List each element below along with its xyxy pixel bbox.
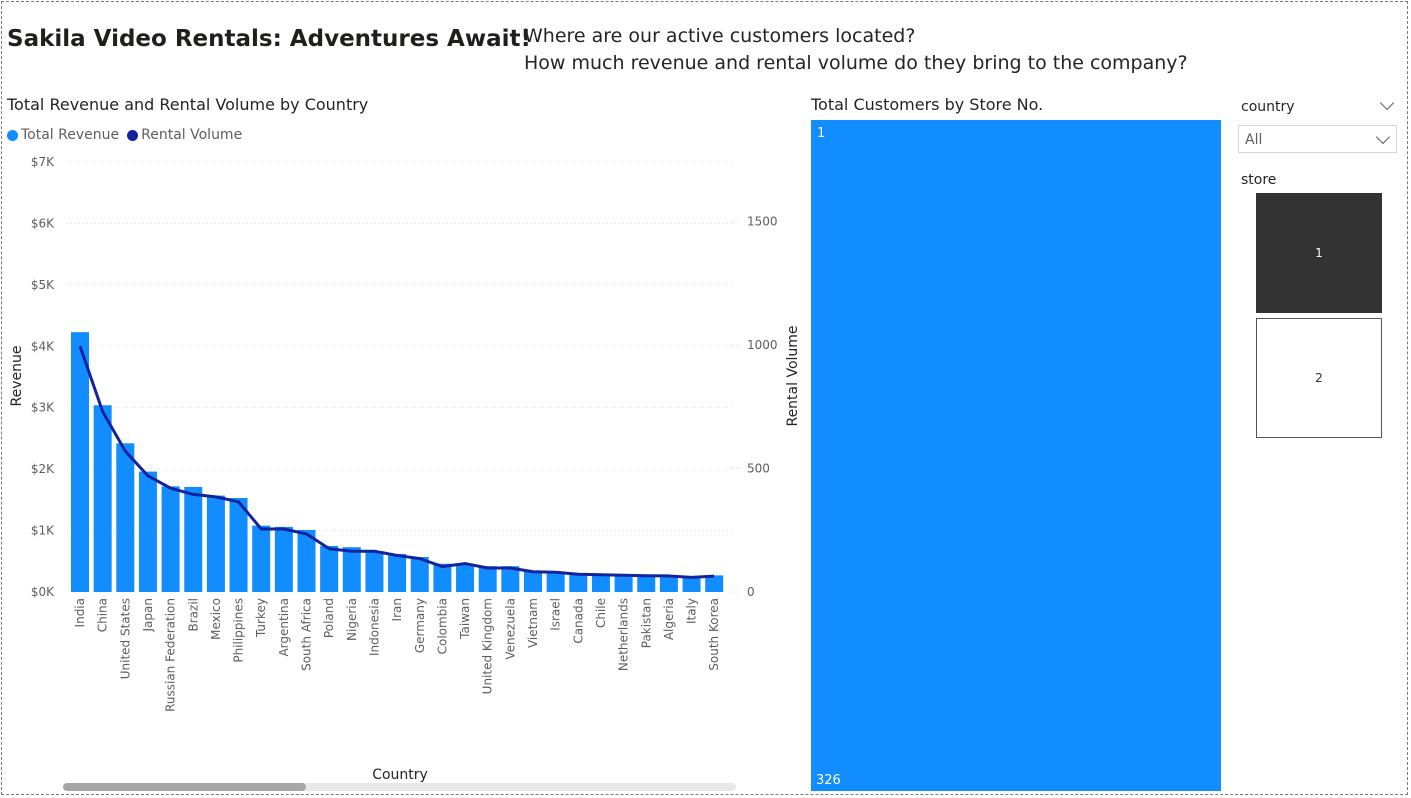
x-category-label: Brazil [186,598,200,632]
bar[interactable] [524,571,542,592]
y2-tick-label: 0 [747,585,755,599]
store-tile-1[interactable]: 1 [1256,193,1382,313]
x-category-label: Italy [685,598,699,624]
x-category-label: Taiwan [458,598,472,640]
bar[interactable] [252,525,271,592]
bar[interactable] [161,486,180,592]
y2-axis-title: Rental Volume [785,325,801,426]
x-category-label: Indonesia [367,598,381,656]
bar[interactable] [365,552,384,592]
bar[interactable] [456,564,475,592]
y2-tick-label: 500 [747,461,770,475]
x-category-label: Vietnam [526,598,540,648]
x-category-label: Germany [413,598,427,653]
treemap-title: Total Customers by Store No. [811,95,1044,114]
bar[interactable] [614,574,633,592]
store-slicer-header: store [1241,172,1277,188]
x-category-label: Russian Federation [164,598,178,712]
country-slicer-header: country [1241,99,1295,115]
bar[interactable] [478,566,497,592]
bar[interactable] [591,574,610,592]
x-category-label: Pakistan [639,598,653,648]
x-category-label: Mexico [209,598,223,640]
x-category-label: South Korea [707,598,721,671]
bar[interactable] [206,495,225,592]
country-dropdown[interactable]: All [1238,125,1397,153]
y-tick-label: $7K [31,155,55,169]
bar[interactable] [388,553,407,592]
y-axis-title: Revenue [9,346,25,407]
store-tile-2[interactable]: 2 [1256,318,1382,438]
y-tick-label: $5K [31,278,55,292]
x-category-label: United Kingdom [481,598,495,694]
x-category-label: Argentina [277,598,291,657]
y2-tick-label: 1000 [747,338,778,352]
bar[interactable] [274,526,293,592]
treemap-value-label: 326 [816,773,841,788]
x-category-label: Chile [594,598,608,628]
bar[interactable] [71,332,89,592]
x-category-label: Nigeria [345,598,359,641]
chevron-down-icon [1375,129,1391,145]
x-category-label: Israel [549,598,563,631]
x-category-label: Algeria [662,598,676,640]
bar[interactable] [320,545,339,592]
x-axis-title: Country [372,767,428,783]
combo-chart[interactable]: $0K $1K $2K $3K $4K $5K $6K $7K 0 500 1000 1500 Indi… [0,0,801,798]
x-category-label: Philippines [232,598,246,663]
x-category-label: Iran [390,598,404,621]
chart-scrollbar-thumb[interactable] [63,783,306,791]
x-category-label: Turkey [254,598,268,638]
y-tick-label: $6K [31,216,55,230]
bar[interactable] [342,547,361,592]
x-category-label: Japan [141,598,155,632]
y2-tick-label: 1500 [747,214,778,228]
y-tick-label: $3K [31,401,55,415]
x-category-label: Poland [322,598,336,638]
x-category-label: China [96,598,110,632]
y-tick-label: $4K [31,339,55,353]
x-category-label: Canada [571,598,585,644]
x-category-label: Netherlands [617,598,631,671]
x-category-label: Colombia [435,598,449,654]
x-category-label: India [73,598,87,627]
bar[interactable] [546,571,565,592]
store-tile-label: 2 [1315,371,1323,385]
bar[interactable] [637,575,656,592]
y-tick-label: $1K [31,524,55,538]
bar[interactable] [569,573,588,592]
y-tick-label: $2K [31,462,55,476]
store-tile-label: 1 [1315,246,1323,260]
bar[interactable] [659,576,678,592]
treemap-store-1[interactable]: 1 326 [811,120,1221,791]
country-dropdown-value: All [1245,132,1263,148]
bar[interactable] [93,405,112,592]
treemap-category-label: 1 [817,126,826,141]
x-category-label: South Africa [300,598,314,671]
bar[interactable] [116,443,135,592]
bar[interactable] [184,486,203,592]
bar[interactable] [229,498,248,592]
bar[interactable] [682,576,701,592]
x-category-label: Venezuela [503,598,517,660]
y-tick-label: $0K [31,585,55,599]
x-category-label: United States [118,598,132,679]
bar[interactable] [138,471,157,592]
